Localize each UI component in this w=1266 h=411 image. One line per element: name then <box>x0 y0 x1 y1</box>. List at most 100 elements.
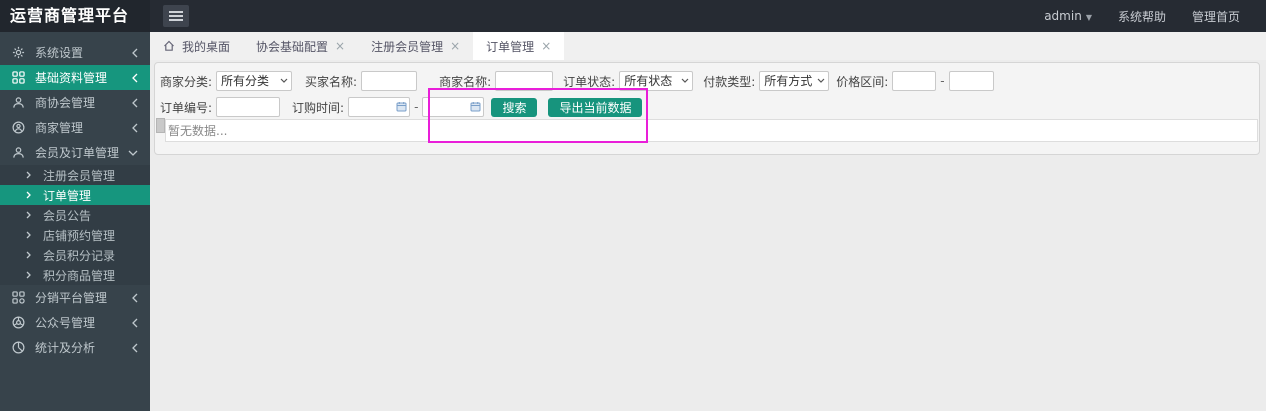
empty-data-row: 暂无数据... <box>165 119 1258 142</box>
submenu-item-points-products[interactable]: 积分商品管理 <box>0 265 150 285</box>
price-range-separator: - <box>940 74 945 88</box>
user-icon <box>12 146 26 160</box>
submenu-item-member-points[interactable]: 会员积分记录 <box>0 245 150 265</box>
chevron-left-icon <box>132 123 138 133</box>
order-time-to-input[interactable] <box>422 97 485 117</box>
payment-type-label: 付款类型: <box>703 74 756 89</box>
chevron-left-icon <box>132 73 138 83</box>
wheel-icon <box>12 316 26 330</box>
order-time-separator: - <box>414 100 419 114</box>
sidebar-item-merchant-management[interactable]: 商家管理 <box>0 115 150 140</box>
tab-label: 协会基础配置 <box>256 39 329 54</box>
orders-table: 暂无数据... <box>156 118 1258 142</box>
app-title: 运营商管理平台 <box>0 0 150 32</box>
sidebar-item-statistics[interactable]: 统计及分析 <box>0 335 150 360</box>
gear-icon <box>12 46 26 60</box>
chevron-right-icon <box>26 211 31 219</box>
chevron-right-icon <box>26 231 31 239</box>
content-area: 商家分类: 所有分类 买家名称: 商家名称: 订单状态: 所有状态 付款类型: <box>150 60 1266 411</box>
order-no-input[interactable] <box>216 97 281 117</box>
member-orders-submenu: 注册会员管理 订单管理 会员公告 店铺预约管理 会员积分记录 积分商品管理 <box>0 165 150 285</box>
sidebar-item-official-account[interactable]: 公众号管理 <box>0 310 150 335</box>
filter-row-2: 订单编号: 订购时间: - 搜索 导出当前数据 <box>160 96 1254 118</box>
tab-association-config[interactable]: 协会基础配置 × <box>243 32 358 60</box>
submenu-item-store-reservations[interactable]: 店铺预约管理 <box>0 225 150 245</box>
sidebar-item-label: 公众号管理 <box>35 316 96 330</box>
table-header-cell <box>156 118 165 133</box>
sidebar: 系统设置 基础资料管理 商协会管理 商家管理 会员及订单管理 注册会员管理 订单… <box>0 32 150 411</box>
submenu-item-registered-members[interactable]: 注册会员管理 <box>0 165 150 185</box>
export-current-data-button[interactable]: 导出当前数据 <box>548 97 643 117</box>
chevron-right-icon <box>26 191 31 199</box>
sidebar-item-label: 会员及订单管理 <box>35 146 120 160</box>
tab-label: 我的桌面 <box>182 39 231 54</box>
chevron-down-icon <box>128 150 138 156</box>
tab-my-desktop[interactable]: 我的桌面 <box>150 32 243 60</box>
topbar-right: admin ▼ 系统帮助 管理首页 <box>1044 8 1266 25</box>
topbar: 运营商管理平台 admin ▼ 系统帮助 管理首页 <box>0 0 1266 32</box>
close-icon[interactable]: × <box>335 39 345 53</box>
order-filter-panel: 商家分类: 所有分类 买家名称: 商家名称: 订单状态: 所有状态 付款类型: <box>154 62 1260 155</box>
chevron-right-icon <box>26 171 31 179</box>
submenu-item-order-management[interactable]: 订单管理 <box>0 185 150 205</box>
merchant-category-select[interactable]: 所有分类 <box>216 71 293 91</box>
merchant-name-input[interactable] <box>495 71 554 91</box>
submenu-item-label: 会员积分记录 <box>43 248 116 263</box>
filter-row-1: 商家分类: 所有分类 买家名称: 商家名称: 订单状态: 所有状态 付款类型: <box>160 70 1254 92</box>
submenu-item-label: 店铺预约管理 <box>43 228 116 243</box>
tab-bar: 我的桌面 协会基础配置 × 注册会员管理 × 订单管理 × <box>150 32 1266 60</box>
search-button[interactable]: 搜索 <box>491 97 538 117</box>
tab-order-management[interactable]: 订单管理 × <box>473 32 565 60</box>
caret-down-icon: ▼ <box>1085 13 1092 22</box>
sidebar-item-business-association[interactable]: 商协会管理 <box>0 90 150 115</box>
chevron-left-icon <box>132 343 138 353</box>
main-area: 我的桌面 协会基础配置 × 注册会员管理 × 订单管理 × 商家分类: 所有分类 <box>150 32 1266 411</box>
sidebar-item-label: 商协会管理 <box>35 96 96 110</box>
sidebar-item-basic-data[interactable]: 基础资料管理 <box>0 65 150 90</box>
chevron-left-icon <box>132 318 138 328</box>
order-status-label: 订单状态: <box>563 74 616 89</box>
system-help-link[interactable]: 系统帮助 <box>1118 8 1166 25</box>
pie-icon <box>12 341 26 355</box>
submenu-item-label: 注册会员管理 <box>43 168 116 183</box>
chevron-left-icon <box>132 293 138 303</box>
chevron-right-icon <box>26 271 31 279</box>
close-icon[interactable]: × <box>541 39 551 53</box>
sidebar-item-label: 统计及分析 <box>35 341 96 355</box>
sidebar-item-system-settings[interactable]: 系统设置 <box>0 40 150 65</box>
submenu-item-member-announcements[interactable]: 会员公告 <box>0 205 150 225</box>
price-min-input[interactable] <box>892 71 937 91</box>
chevron-left-icon <box>132 48 138 58</box>
operator-admin-page: 运营商管理平台 admin ▼ 系统帮助 管理首页 系统设置 基础资料管理 商协… <box>0 0 1266 411</box>
sidebar-item-distribution-platform[interactable]: 分销平台管理 <box>0 285 150 310</box>
submenu-item-label: 会员公告 <box>43 208 92 223</box>
price-max-input[interactable] <box>948 71 994 91</box>
order-time-from-input[interactable] <box>348 97 411 117</box>
sidebar-item-label: 系统设置 <box>35 46 84 60</box>
payment-type-select[interactable]: 所有方式 <box>759 71 830 91</box>
sidebar-item-label: 基础资料管理 <box>35 71 108 85</box>
sidebar-item-label: 分销平台管理 <box>35 291 108 305</box>
close-icon[interactable]: × <box>450 39 460 53</box>
tab-registered-members[interactable]: 注册会员管理 × <box>358 32 473 60</box>
merchant-name-label: 商家名称: <box>439 74 492 89</box>
submenu-item-label: 积分商品管理 <box>43 268 116 283</box>
home-icon <box>164 40 174 51</box>
admin-home-link[interactable]: 管理首页 <box>1192 8 1240 25</box>
user-icon <box>12 96 26 110</box>
user-dropdown[interactable]: admin ▼ <box>1044 9 1092 23</box>
user-circle-icon <box>12 121 26 135</box>
chevron-right-icon <box>26 251 31 259</box>
buyer-name-label: 买家名称: <box>305 74 358 89</box>
share-icon <box>12 291 26 305</box>
order-status-select[interactable]: 所有状态 <box>619 71 694 91</box>
tab-label: 订单管理 <box>486 39 535 54</box>
sidebar-item-member-orders[interactable]: 会员及订单管理 <box>0 140 150 165</box>
grid-icon <box>12 71 26 85</box>
merchant-category-label: 商家分类: <box>160 74 213 89</box>
tab-label: 注册会员管理 <box>371 39 444 54</box>
order-time-label: 订购时间: <box>292 100 345 115</box>
hamburger-menu-icon[interactable] <box>163 5 189 27</box>
price-range-label: 价格区间: <box>836 74 889 89</box>
buyer-name-input[interactable] <box>361 71 418 91</box>
